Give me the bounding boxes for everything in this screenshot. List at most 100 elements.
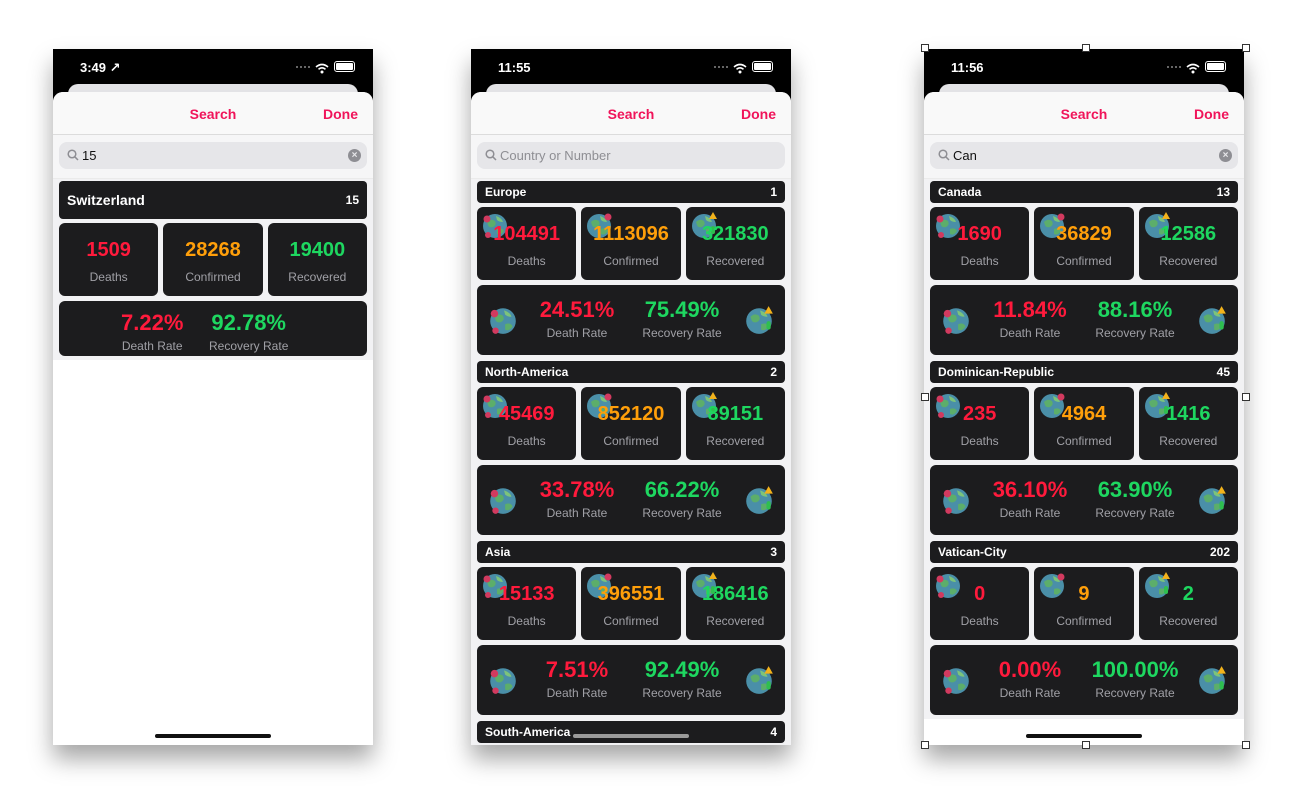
deaths-value: 1690	[957, 223, 1002, 245]
selection-handle[interactable]	[1082, 741, 1090, 749]
home-indicator[interactable]	[573, 734, 689, 738]
search-area: ×	[924, 135, 1244, 179]
recovery-rate: 92.49% Recovery Rate	[627, 657, 737, 700]
deaths-card: 45469 Deaths	[477, 387, 577, 460]
region-header[interactable]: Europe 1	[477, 181, 785, 203]
deaths-value: 45469	[498, 403, 555, 425]
search-bar[interactable]: ×	[59, 142, 367, 169]
results-list[interactable]: Switzerland 15 1509 Deaths 28268 Confirmed 194…	[53, 179, 373, 360]
recovered-label: Recovered	[1159, 434, 1218, 448]
region-header[interactable]: North-America 2	[477, 361, 785, 383]
selection-handle[interactable]	[1082, 44, 1090, 52]
globe-recovery-icon	[1196, 304, 1228, 341]
result-section: Europe 1 104491 Deaths 1113096 Confirmed 32183…	[471, 179, 791, 359]
selection-handle[interactable]	[921, 741, 929, 749]
deaths-value: 15133	[498, 583, 555, 605]
status-time: 11:56	[951, 60, 984, 75]
search-input[interactable]	[500, 145, 730, 165]
region-name: Europe	[485, 185, 527, 199]
deaths-value: 1509	[86, 239, 131, 261]
region-name: South-America	[485, 725, 571, 739]
deaths-card: 1509 Deaths	[59, 223, 159, 296]
rates-card: 7.22% Death Rate 92.78% Recovery Rate	[59, 301, 367, 356]
search-bar[interactable]	[477, 142, 785, 169]
recovered-value: 89151	[707, 403, 764, 425]
region-number: 202	[1209, 545, 1230, 559]
selection-handle[interactable]	[1242, 741, 1250, 749]
done-button[interactable]: Done	[323, 106, 358, 122]
clear-x-icon[interactable]: ×	[348, 149, 361, 162]
search-area	[471, 135, 791, 179]
confirmed-label: Confirmed	[1056, 254, 1112, 268]
death-rate: 0.00% Death Rate	[985, 657, 1075, 700]
recovered-card: 89151 Recovered	[685, 387, 785, 460]
recovery-rate: 63.90% Recovery Rate	[1080, 477, 1190, 520]
selection-handle[interactable]	[1242, 44, 1250, 52]
recovered-label: Recovered	[706, 614, 765, 628]
rates-card: 24.51% Death Rate 75.49% Recovery Rate	[477, 285, 785, 355]
deaths-value: 235	[962, 403, 997, 425]
home-indicator[interactable]	[1026, 734, 1142, 738]
result-section: Vatican-City 202 0 Deaths 9 Confirmed 2 Recover…	[924, 539, 1244, 719]
done-button[interactable]: Done	[1194, 106, 1229, 122]
deaths-value: 104491	[493, 223, 561, 245]
search-sheet: SearchDone Europe 1 104491 Deaths 1113096 Conf…	[471, 92, 791, 745]
recovery-rate-label: Recovery Rate	[642, 326, 722, 340]
death-rate: 33.78% Death Rate	[532, 477, 622, 520]
recovered-card: 2 Recovered	[1138, 567, 1238, 640]
region-header[interactable]: Canada 13	[930, 181, 1238, 203]
region-number: 1	[770, 185, 777, 199]
death-rate-label: Death Rate	[999, 326, 1061, 340]
death-rate-value: 36.10%	[992, 477, 1068, 502]
selection-handle[interactable]	[921, 44, 929, 52]
results-list[interactable]: Europe 1 104491 Deaths 1113096 Confirmed 32183…	[471, 179, 791, 745]
stats-row: 0 Deaths 9 Confirmed 2 Recovered	[930, 567, 1238, 640]
stats-row: 235 Deaths 4964 Confirmed 1416 Recovered	[930, 387, 1238, 460]
done-button[interactable]: Done	[741, 106, 776, 122]
selection-handle[interactable]	[921, 393, 929, 401]
wifi-icon	[733, 61, 747, 74]
region-header[interactable]: Switzerland 15	[59, 181, 367, 219]
death-rate-label: Death Rate	[546, 326, 608, 340]
rates-card: 33.78% Death Rate 66.22% Recovery Rate	[477, 465, 785, 535]
search-sheet: SearchDone × Canada 13 1690 Deaths 36829 Confir…	[924, 92, 1244, 745]
globe-recovery-icon	[1196, 664, 1228, 701]
rates-card: 7.51% Death Rate 92.49% Recovery Rate	[477, 645, 785, 715]
confirmed-value: 28268	[185, 239, 241, 261]
rates-card: 0.00% Death Rate 100.00% Recovery Rate	[930, 645, 1238, 715]
wifi-icon	[315, 61, 329, 74]
result-section: Dominican-Republic 45 235 Deaths 4964 Confirm…	[924, 359, 1244, 539]
selection-handle[interactable]	[1242, 393, 1250, 401]
region-header[interactable]: Vatican-City 202	[930, 541, 1238, 563]
globe-virus-icon	[940, 484, 972, 521]
death-rate-label: Death Rate	[999, 686, 1061, 700]
recovered-card: 1416 Recovered	[1138, 387, 1238, 460]
stats-row: 45469 Deaths 852120 Confirmed 89151 Recovered	[477, 387, 785, 460]
death-rate: 7.22% Death Rate	[121, 310, 183, 353]
region-header[interactable]: Dominican-Republic 45	[930, 361, 1238, 383]
deaths-card: 104491 Deaths	[477, 207, 577, 280]
battery-icon	[1205, 61, 1226, 72]
navigation-bar: Search Done	[471, 92, 791, 135]
search-bar[interactable]: ×	[930, 142, 1238, 169]
deaths-label: Deaths	[960, 434, 999, 448]
death-rate-label: Death Rate	[999, 506, 1061, 520]
region-name: Asia	[485, 545, 511, 559]
region-header[interactable]: South-America 4	[477, 721, 785, 743]
confirmed-label: Confirmed	[603, 254, 659, 268]
deaths-label: Deaths	[507, 254, 546, 268]
globe-recovery-icon	[1196, 484, 1228, 521]
status-bar: 11:55	[471, 49, 791, 85]
region-header[interactable]: Asia 3	[477, 541, 785, 563]
home-indicator[interactable]	[155, 734, 271, 738]
recovery-rate-label: Recovery Rate	[1095, 506, 1175, 520]
stats-row: 1690 Deaths 36829 Confirmed 12586 Recovered	[930, 207, 1238, 280]
search-input[interactable]	[953, 145, 1183, 165]
recovered-label: Recovered	[706, 434, 765, 448]
clear-x-icon[interactable]: ×	[1219, 149, 1232, 162]
deaths-label: Deaths	[960, 254, 999, 268]
recovery-rate-value: 92.49%	[644, 657, 720, 682]
results-list[interactable]: Canada 13 1690 Deaths 36829 Confirmed 12586 Rec…	[924, 179, 1244, 719]
death-rate-label: Death Rate	[121, 339, 183, 353]
search-input[interactable]	[82, 145, 312, 165]
